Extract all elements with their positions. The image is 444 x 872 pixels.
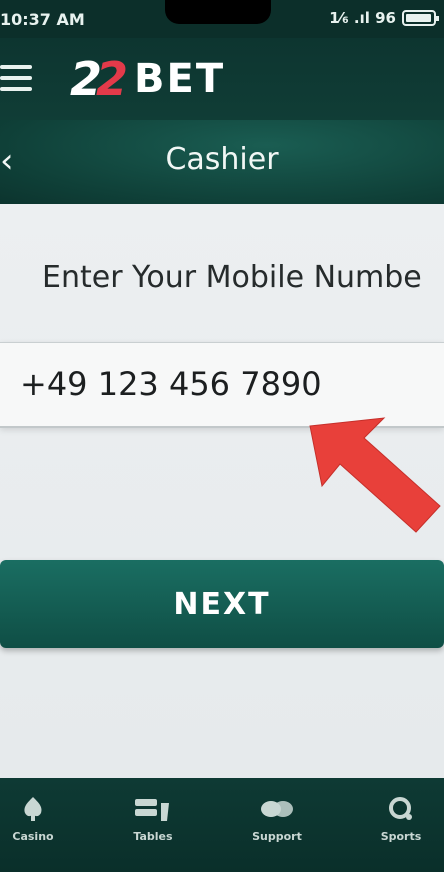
- brand-logo[interactable]: 22 BET: [70, 52, 225, 106]
- tables-icon: [118, 794, 188, 824]
- hamburger-menu-icon[interactable]: [0, 65, 32, 91]
- mobile-number-prompt: Enter Your Mobile Numbe: [42, 260, 422, 295]
- app-header: 22 BET: [0, 38, 444, 120]
- casino-icon: [0, 794, 68, 824]
- nav-label-sports: Sports: [380, 830, 422, 843]
- nav-label-tables: Tables: [133, 830, 173, 843]
- nav-item-sports[interactable]: Sports: [366, 794, 436, 843]
- mobile-number-value: +49 123 456 7890: [20, 365, 322, 403]
- nav-label-casino: Casino: [12, 830, 54, 843]
- title-bar: ‹ Cashier: [0, 120, 444, 204]
- battery-icon: [402, 10, 439, 26]
- logo-number: 22: [70, 52, 128, 106]
- bottom-nav: Casino Tables Support Sports: [0, 778, 444, 872]
- status-time: 10:37 AM: [0, 10, 85, 29]
- cashier-content: Enter Your Mobile Numbe +49 123 456 7890…: [0, 204, 444, 778]
- nav-item-casino[interactable]: Casino: [0, 794, 68, 843]
- logo-text: BET: [134, 56, 226, 102]
- status-bar: 10:37 AM 1⁄₆ .ıl 96: [0, 0, 444, 38]
- support-icon: [242, 794, 312, 824]
- nav-item-tables[interactable]: Tables: [118, 794, 188, 843]
- arrow-pointer-icon: [309, 417, 441, 533]
- status-indicators: 1⁄₆ .ıl 96: [329, 9, 439, 27]
- camera-notch: [165, 0, 271, 24]
- signal-indicators: 1⁄₆ .ıl 96: [329, 9, 396, 27]
- nav-label-support: Support: [252, 830, 302, 843]
- page-title: Cashier: [165, 142, 279, 177]
- sports-icon: [366, 794, 436, 824]
- next-button[interactable]: NEXT: [0, 560, 444, 648]
- nav-item-support[interactable]: Support: [242, 794, 312, 843]
